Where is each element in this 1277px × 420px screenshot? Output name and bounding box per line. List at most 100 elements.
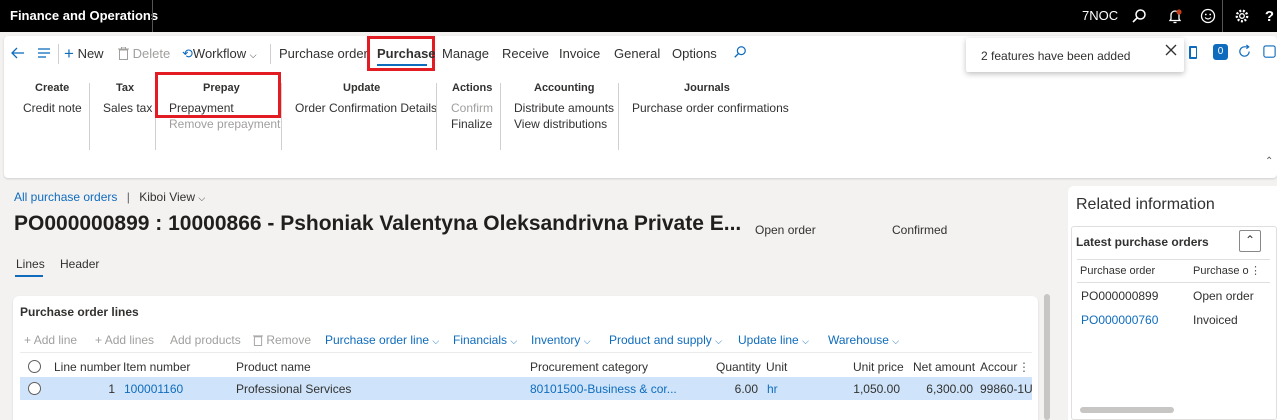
remove-button[interactable]: Remove <box>253 333 311 347</box>
menu-purchase-order-line[interactable]: Purchase order line ⌵ <box>325 333 439 347</box>
column-header-net-amount[interactable]: Net amount <box>913 360 975 374</box>
cell-unit[interactable]: hr <box>767 382 778 396</box>
trash-icon <box>253 334 263 346</box>
group-header-prepay: Prepay <box>203 82 240 94</box>
topbar-divider <box>152 0 153 32</box>
trash-icon <box>118 47 129 60</box>
company-selector[interactable]: 7NOC <box>1082 0 1118 32</box>
column-header-unit-price[interactable]: Unit price <box>853 360 904 374</box>
cell-account[interactable]: 99860-1U <box>980 382 1032 396</box>
column-header-unit[interactable]: Unit <box>766 360 787 374</box>
card-title[interactable]: Purchase order lines <box>20 305 139 319</box>
breadcrumb-separator: | <box>126 190 130 204</box>
feedback-smiley-icon[interactable] <box>1197 5 1219 27</box>
group-header-accounting: Accounting <box>534 82 595 94</box>
factbox-row-status: Open order <box>1193 289 1254 303</box>
tab-lines[interactable]: Lines <box>16 257 45 271</box>
finalize-button[interactable]: Finalize <box>451 117 492 131</box>
menu-update-line[interactable]: Update line ⌵ <box>738 333 809 347</box>
order-confirmation-details-button[interactable]: Order Confirmation Details <box>295 101 437 115</box>
workflow-button[interactable]: ⟲Workflow ⌵ <box>182 44 257 64</box>
credit-note-button[interactable]: Credit note <box>23 101 82 115</box>
chevron-down-icon: ⌵ <box>249 50 257 60</box>
tab-invoice[interactable]: Invoice <box>559 44 600 64</box>
factbox-title[interactable]: Latest purchase orders <box>1076 235 1209 249</box>
tab-general[interactable]: General <box>614 44 660 64</box>
page-scrollbar[interactable] <box>1044 294 1050 420</box>
open-in-new-icon[interactable] <box>1262 44 1277 59</box>
factbox-header-border <box>1077 282 1270 283</box>
delete-button[interactable]: Delete <box>118 44 170 64</box>
column-header-procurement-category[interactable]: Procurement category <box>530 360 648 374</box>
view-distributions-button[interactable]: View distributions <box>514 117 607 131</box>
factbox-row-po[interactable]: PO000000899 <box>1081 289 1158 303</box>
collapse-ribbon-icon[interactable]: ⌃ <box>1265 156 1273 167</box>
chevron-down-icon: ⌵ <box>892 336 900 346</box>
tab-receive[interactable]: Receive <box>502 44 549 64</box>
new-button[interactable]: + New <box>64 44 104 64</box>
column-options-icon[interactable]: ⋮ <box>1018 360 1030 374</box>
app-name[interactable]: Finance and Operations <box>10 0 158 32</box>
settings-gear-icon[interactable] <box>1231 5 1253 27</box>
add-products-button[interactable]: Add products <box>170 333 241 347</box>
toolbar-divider <box>58 44 59 64</box>
cell-quantity[interactable]: 6.00 <box>716 382 758 396</box>
chevron-down-icon: ⌵ <box>583 336 591 346</box>
search-icon[interactable] <box>1128 5 1150 27</box>
notification-badge[interactable]: 0 <box>1213 44 1228 60</box>
grid-header-border <box>20 352 1032 353</box>
column-options-icon[interactable]: ⋮ <box>1250 264 1261 277</box>
notifications-icon[interactable] <box>1164 5 1186 27</box>
column-header-line-number[interactable]: Line number <box>54 360 121 374</box>
active-tab-underline <box>377 64 427 66</box>
add-lines-button[interactable]: + Add lines <box>95 333 154 347</box>
distribute-amounts-button[interactable]: Distribute amounts <box>514 101 614 115</box>
column-header-account[interactable]: Accour <box>980 360 1017 374</box>
close-icon[interactable] <box>1165 44 1177 56</box>
factbox-horizontal-scrollbar[interactable] <box>1080 407 1174 413</box>
add-line-button[interactable]: + Add line <box>24 333 77 347</box>
prepayment-button[interactable]: Prepayment <box>169 101 234 115</box>
features-toast: 2 features have been added <box>966 38 1184 72</box>
column-header-product-name[interactable]: Product name <box>236 360 311 374</box>
column-header-quantity[interactable]: Quantity <box>716 360 761 374</box>
view-selector[interactable]: Kiboi View ⌵ <box>139 190 205 204</box>
po-confirmations-button[interactable]: Purchase order confirmations <box>632 101 789 115</box>
hamburger-menu-icon[interactable] <box>36 45 52 61</box>
breadcrumb-all-purchase-orders[interactable]: All purchase orders <box>14 190 117 204</box>
tab-purchase[interactable]: Purchase <box>377 44 436 64</box>
collapse-chevron-icon[interactable]: ⌃ <box>1239 230 1261 252</box>
remove-prepayment-button[interactable]: Remove prepayment <box>169 117 280 131</box>
back-arrow-icon[interactable] <box>10 45 26 61</box>
cell-item-number[interactable]: 100001160 <box>124 382 183 396</box>
confirm-button[interactable]: Confirm <box>451 101 493 115</box>
cell-procurement-category[interactable]: 80101500-Business & cor... <box>530 382 677 396</box>
menu-warehouse[interactable]: Warehouse ⌵ <box>828 333 899 347</box>
plus-icon: + <box>24 333 34 347</box>
row-select-radio[interactable] <box>28 382 41 395</box>
help-icon[interactable]: ? <box>1262 5 1277 27</box>
chevron-down-icon: ⌵ <box>715 336 722 346</box>
factbox-column-status[interactable]: Purchase o <box>1193 265 1249 277</box>
menu-product-and-supply[interactable]: Product and supply ⌵ <box>609 333 722 347</box>
menu-inventory[interactable]: Inventory ⌵ <box>531 333 591 347</box>
group-header-update: Update <box>343 82 381 94</box>
column-header-item-number[interactable]: Item number <box>123 360 190 374</box>
tab-options[interactable]: Options <box>672 44 717 64</box>
factbox-row-po-link[interactable]: PO000000760 <box>1081 313 1158 327</box>
sales-tax-button[interactable]: Sales tax <box>103 101 152 115</box>
cell-product-name[interactable]: Professional Services <box>236 382 351 396</box>
search-icon[interactable] <box>733 45 747 59</box>
cell-unit-price[interactable]: 1,050.00 <box>840 382 900 396</box>
refresh-icon[interactable] <box>1237 44 1252 59</box>
tab-manage[interactable]: Manage <box>442 44 489 64</box>
cell-net-amount[interactable]: 6,300.00 <box>910 382 973 396</box>
tab-purchase-order[interactable]: Purchase order <box>279 44 368 64</box>
menu-financials[interactable]: Financials ⌵ <box>453 333 517 347</box>
office-icon[interactable] <box>1188 45 1198 60</box>
factbox-column-purchase-order[interactable]: Purchase order <box>1080 265 1155 277</box>
tab-header[interactable]: Header <box>60 257 99 271</box>
new-label: New <box>77 46 104 61</box>
group-header-create: Create <box>35 82 70 94</box>
select-all-radio[interactable] <box>28 360 41 373</box>
